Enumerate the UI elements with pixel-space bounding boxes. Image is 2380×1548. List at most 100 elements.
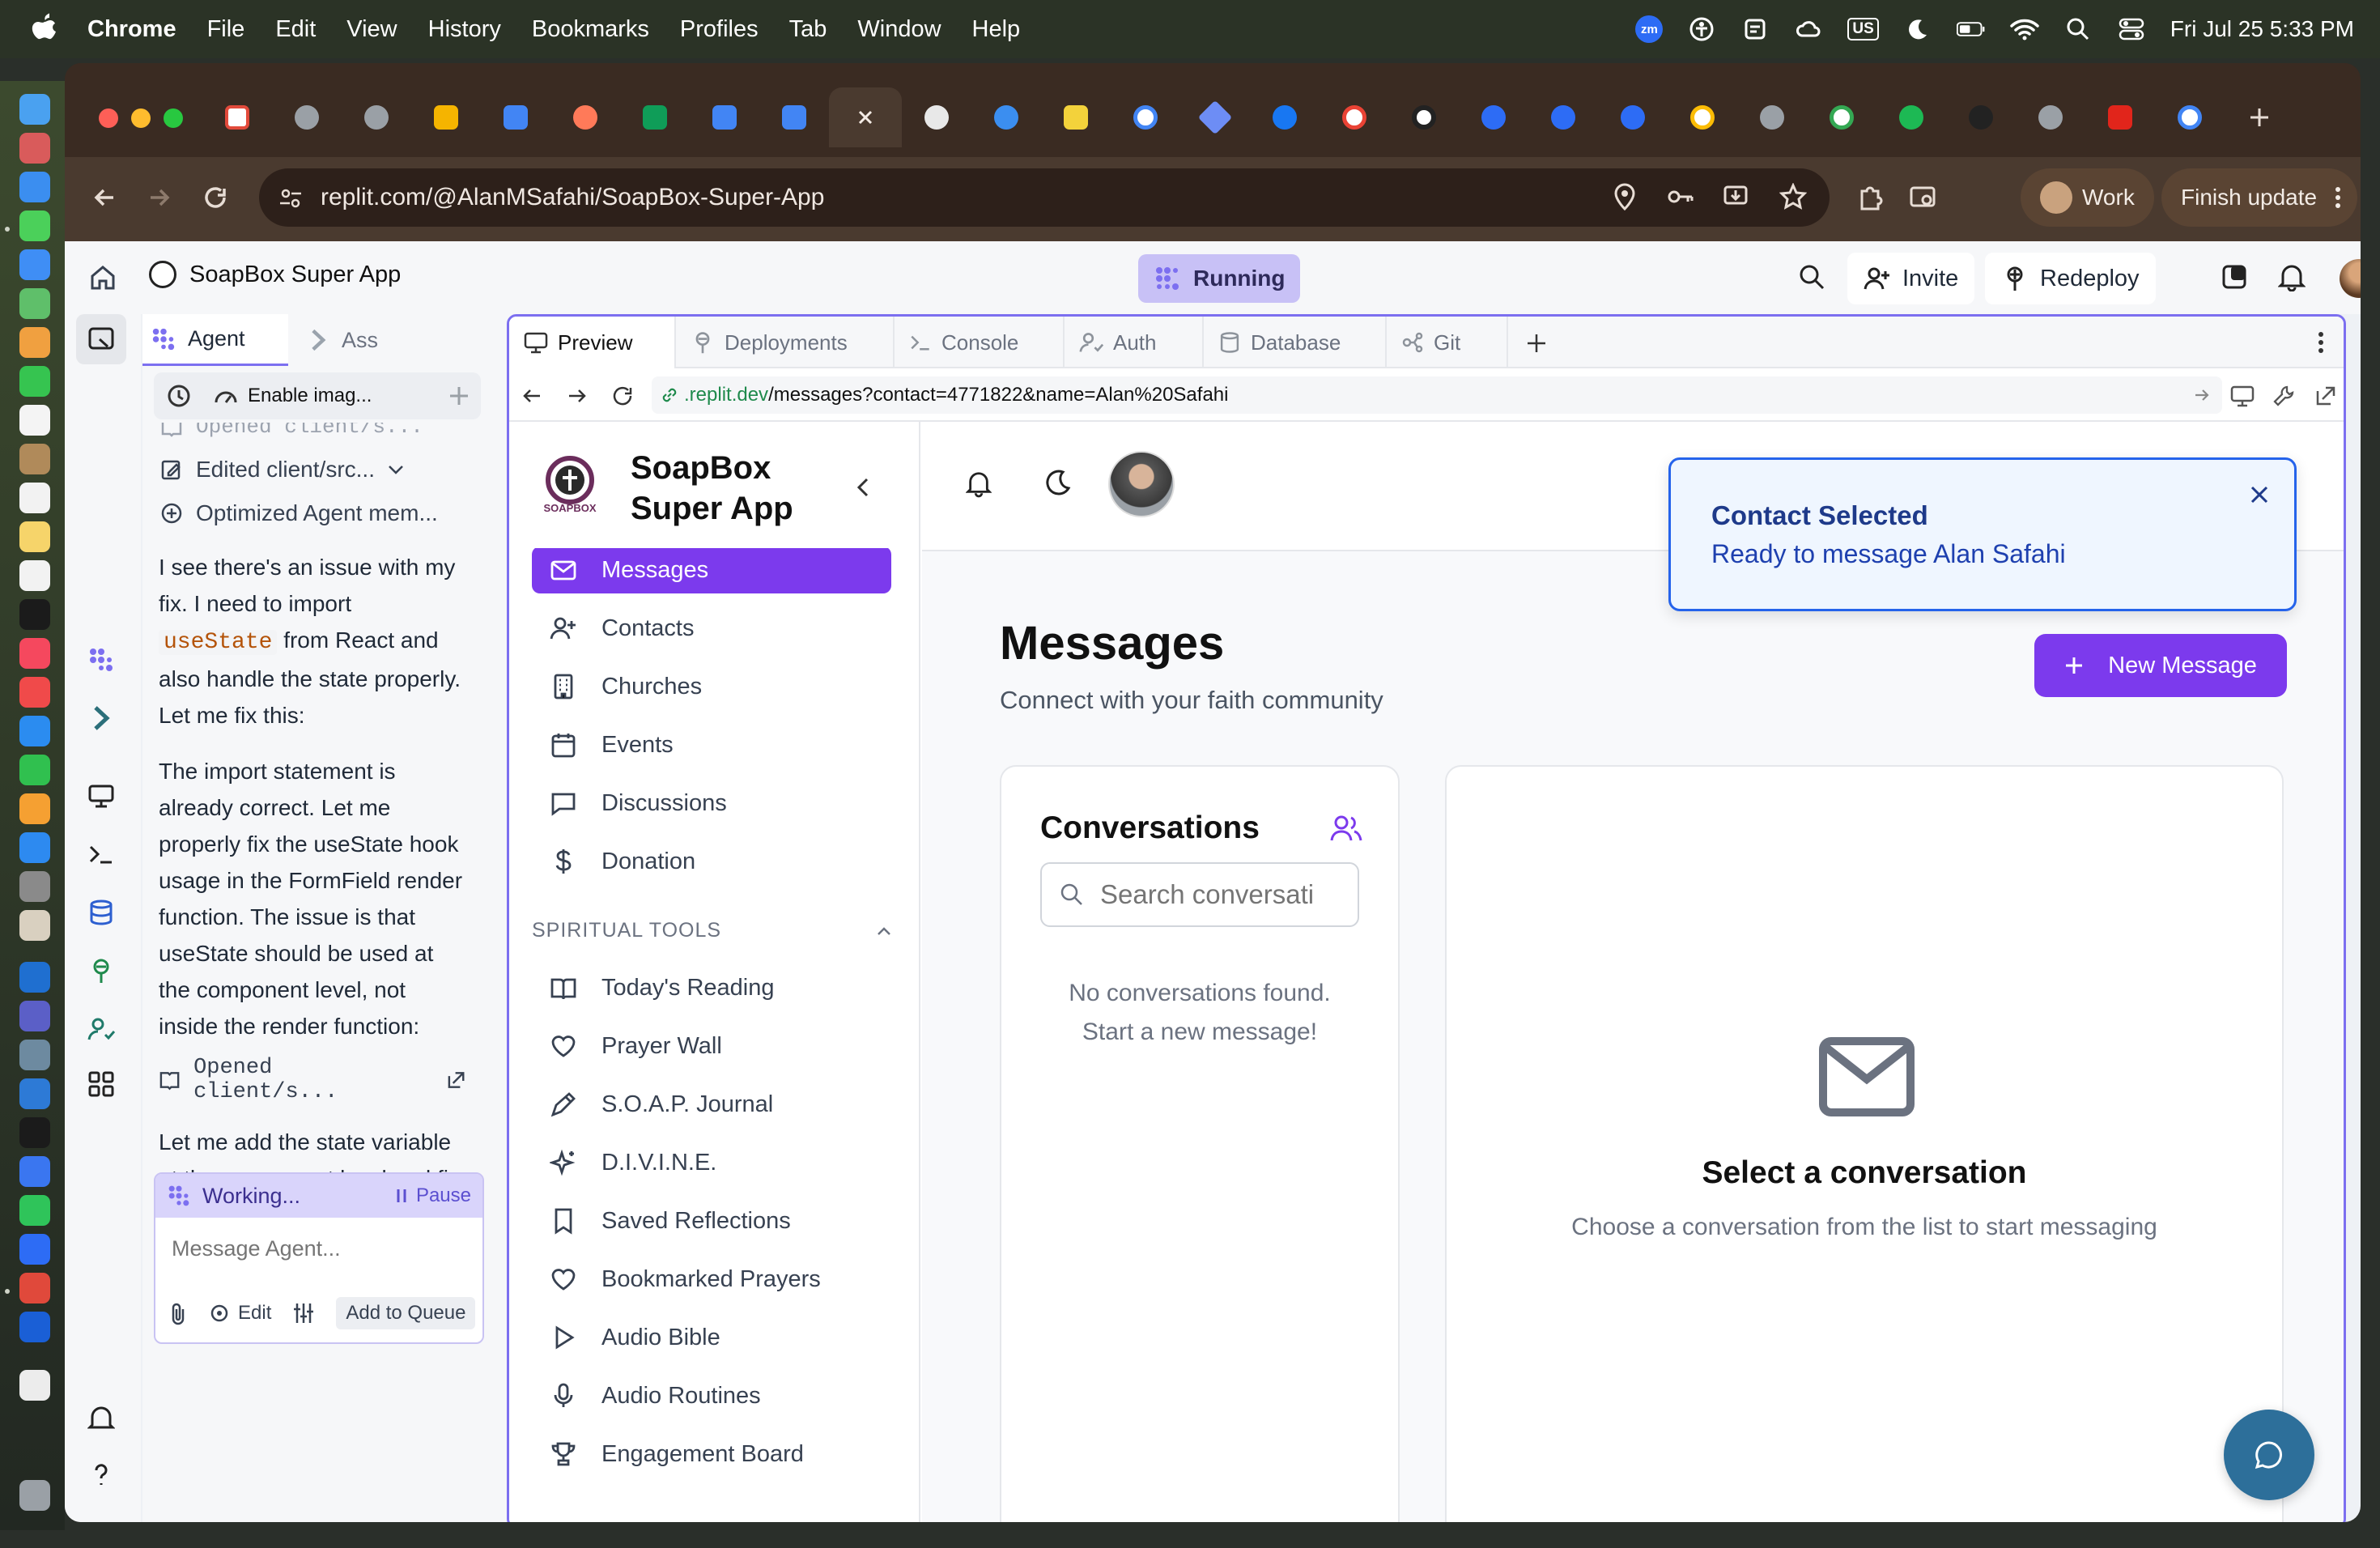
numbers-icon[interactable] bbox=[19, 755, 50, 785]
tab-google[interactable] bbox=[2155, 87, 2225, 147]
tab-auth[interactable]: Auth bbox=[1065, 317, 1204, 368]
outlook-icon[interactable] bbox=[19, 962, 50, 993]
collapse-sidebar-icon[interactable] bbox=[856, 477, 870, 498]
tab-database[interactable]: Database bbox=[1204, 317, 1387, 368]
help-icon[interactable] bbox=[87, 1461, 115, 1488]
new-chat-plus-icon[interactable] bbox=[448, 385, 470, 406]
assistant-tool-icon[interactable] bbox=[87, 704, 115, 732]
calendar-icon[interactable] bbox=[19, 405, 50, 436]
zoom-status-icon[interactable]: zm bbox=[1635, 15, 1664, 43]
console-tool-icon[interactable] bbox=[87, 840, 115, 868]
freeform-icon[interactable] bbox=[19, 560, 50, 591]
preview-back-icon[interactable] bbox=[521, 385, 543, 407]
dark-mode-moon-icon[interactable] bbox=[1043, 469, 1071, 496]
more-vert-icon[interactable] bbox=[2335, 186, 2341, 209]
menu-history[interactable]: History bbox=[413, 0, 516, 58]
nav-contacts[interactable]: Contacts bbox=[532, 605, 891, 652]
all-tools-icon[interactable] bbox=[87, 1070, 115, 1098]
preview-tool-icon[interactable] bbox=[87, 782, 115, 810]
tab-docs[interactable] bbox=[481, 87, 550, 147]
menu-edit[interactable]: Edit bbox=[260, 0, 331, 58]
tab-facebook[interactable] bbox=[1250, 87, 1320, 147]
profile-button[interactable]: Work bbox=[2021, 168, 2154, 227]
activity-optimized[interactable]: Optimized Agent mem... bbox=[160, 500, 438, 526]
launchpad-icon[interactable] bbox=[19, 133, 50, 164]
search-conversations-input[interactable] bbox=[1100, 879, 1343, 910]
tab-web[interactable] bbox=[971, 87, 1041, 147]
trash-icon[interactable] bbox=[19, 1480, 50, 1511]
pause-button[interactable]: Pause bbox=[395, 1184, 471, 1207]
close-icon[interactable] bbox=[2249, 484, 2270, 505]
facetime-icon[interactable] bbox=[19, 366, 50, 397]
nav-saved-reflections[interactable]: Saved Reflections bbox=[532, 1197, 891, 1244]
new-tab-button[interactable] bbox=[2225, 87, 2294, 147]
search-conversations-field[interactable] bbox=[1040, 862, 1359, 927]
tab-agent[interactable]: Agent bbox=[142, 314, 288, 366]
chat-fab-button[interactable] bbox=[2224, 1410, 2314, 1500]
tab-google[interactable] bbox=[1111, 87, 1180, 147]
location-icon[interactable] bbox=[1613, 183, 1637, 211]
menu-tab[interactable]: Tab bbox=[774, 0, 843, 58]
nav-messages[interactable]: Messages bbox=[532, 548, 891, 593]
tab-web[interactable] bbox=[1737, 87, 1807, 147]
nav-prayer-wall[interactable]: Prayer Wall bbox=[532, 1023, 891, 1070]
reminders-icon[interactable] bbox=[19, 483, 50, 513]
photos-icon[interactable] bbox=[19, 327, 50, 358]
tab-zoom[interactable] bbox=[1528, 87, 1598, 147]
nav-events[interactable]: Events bbox=[532, 721, 891, 768]
new-message-button[interactable]: New Message bbox=[2034, 634, 2287, 697]
nav-discussions[interactable]: Discussions bbox=[532, 780, 891, 827]
tab-github[interactable] bbox=[1389, 87, 1459, 147]
1password-icon[interactable] bbox=[19, 1312, 50, 1342]
more-vert-icon[interactable] bbox=[2318, 331, 2324, 354]
menu-profiles[interactable]: Profiles bbox=[665, 0, 774, 58]
nav-audio-routines[interactable]: Audio Routines bbox=[532, 1372, 891, 1419]
tab-zoom[interactable] bbox=[1459, 87, 1528, 147]
nav-bookmarked-prayers[interactable]: Bookmarked Prayers bbox=[532, 1256, 891, 1303]
auth-tool-icon[interactable] bbox=[87, 1015, 115, 1043]
contacts-icon[interactable] bbox=[19, 444, 50, 474]
site-settings-icon[interactable] bbox=[278, 186, 303, 211]
tab-preview[interactable]: Preview bbox=[509, 317, 676, 368]
nav-churches[interactable]: Churches bbox=[532, 663, 891, 710]
nav-audio-bible[interactable]: Audio Bible bbox=[532, 1314, 891, 1361]
layout-toggle-icon[interactable] bbox=[2221, 264, 2247, 290]
tab-gemini[interactable] bbox=[1180, 87, 1250, 147]
settings-icon[interactable] bbox=[19, 871, 50, 902]
agent-tool-icon[interactable] bbox=[87, 646, 115, 674]
tab-zoom[interactable] bbox=[1598, 87, 1668, 147]
bookmark-star-icon[interactable] bbox=[1779, 183, 1807, 211]
document-icon[interactable] bbox=[19, 1370, 50, 1401]
keynote-icon[interactable] bbox=[19, 716, 50, 746]
tab-web[interactable] bbox=[342, 87, 411, 147]
reload-icon[interactable] bbox=[199, 181, 232, 214]
extensions-icon[interactable] bbox=[1855, 183, 1885, 212]
chevron-down-icon[interactable] bbox=[388, 464, 404, 475]
clock[interactable]: Fri Jul 25 5:33 PM bbox=[2170, 16, 2354, 42]
nav-donation[interactable]: Donation bbox=[532, 838, 891, 885]
finder-icon[interactable] bbox=[19, 94, 50, 125]
tab-dark[interactable] bbox=[1946, 87, 2016, 147]
device-preview-icon[interactable] bbox=[2230, 385, 2255, 407]
cloud-status-icon[interactable] bbox=[1794, 15, 1823, 43]
edit-button[interactable]: Edit bbox=[209, 1302, 271, 1325]
enable-images-button[interactable]: Enable imag... bbox=[214, 385, 372, 407]
message-agent-input[interactable] bbox=[155, 1224, 482, 1273]
menu-help[interactable]: Help bbox=[957, 0, 1036, 58]
tab-sheets[interactable] bbox=[620, 87, 690, 147]
menu-file[interactable]: File bbox=[192, 0, 261, 58]
window-zoom-button[interactable] bbox=[164, 108, 183, 128]
tv-icon[interactable] bbox=[19, 599, 50, 630]
tab-docs[interactable] bbox=[690, 87, 759, 147]
activity-edited-file[interactable]: Edited client/src... bbox=[160, 457, 404, 483]
password-key-icon[interactable] bbox=[1666, 183, 1694, 211]
rail-toggle-button[interactable] bbox=[76, 314, 126, 364]
nav-soap-journal[interactable]: S.O.A.P. Journal bbox=[532, 1081, 891, 1128]
whatsapp-icon[interactable] bbox=[19, 1195, 50, 1226]
home-icon[interactable] bbox=[89, 264, 117, 291]
activity-opened-file[interactable]: Opened client/s... bbox=[159, 1056, 466, 1104]
go-arrow-icon[interactable] bbox=[2193, 386, 2211, 404]
add-tab-icon[interactable] bbox=[1526, 333, 1547, 354]
project-title[interactable]: SoapBox Super App bbox=[189, 262, 401, 288]
tab-google[interactable] bbox=[1807, 87, 1876, 147]
